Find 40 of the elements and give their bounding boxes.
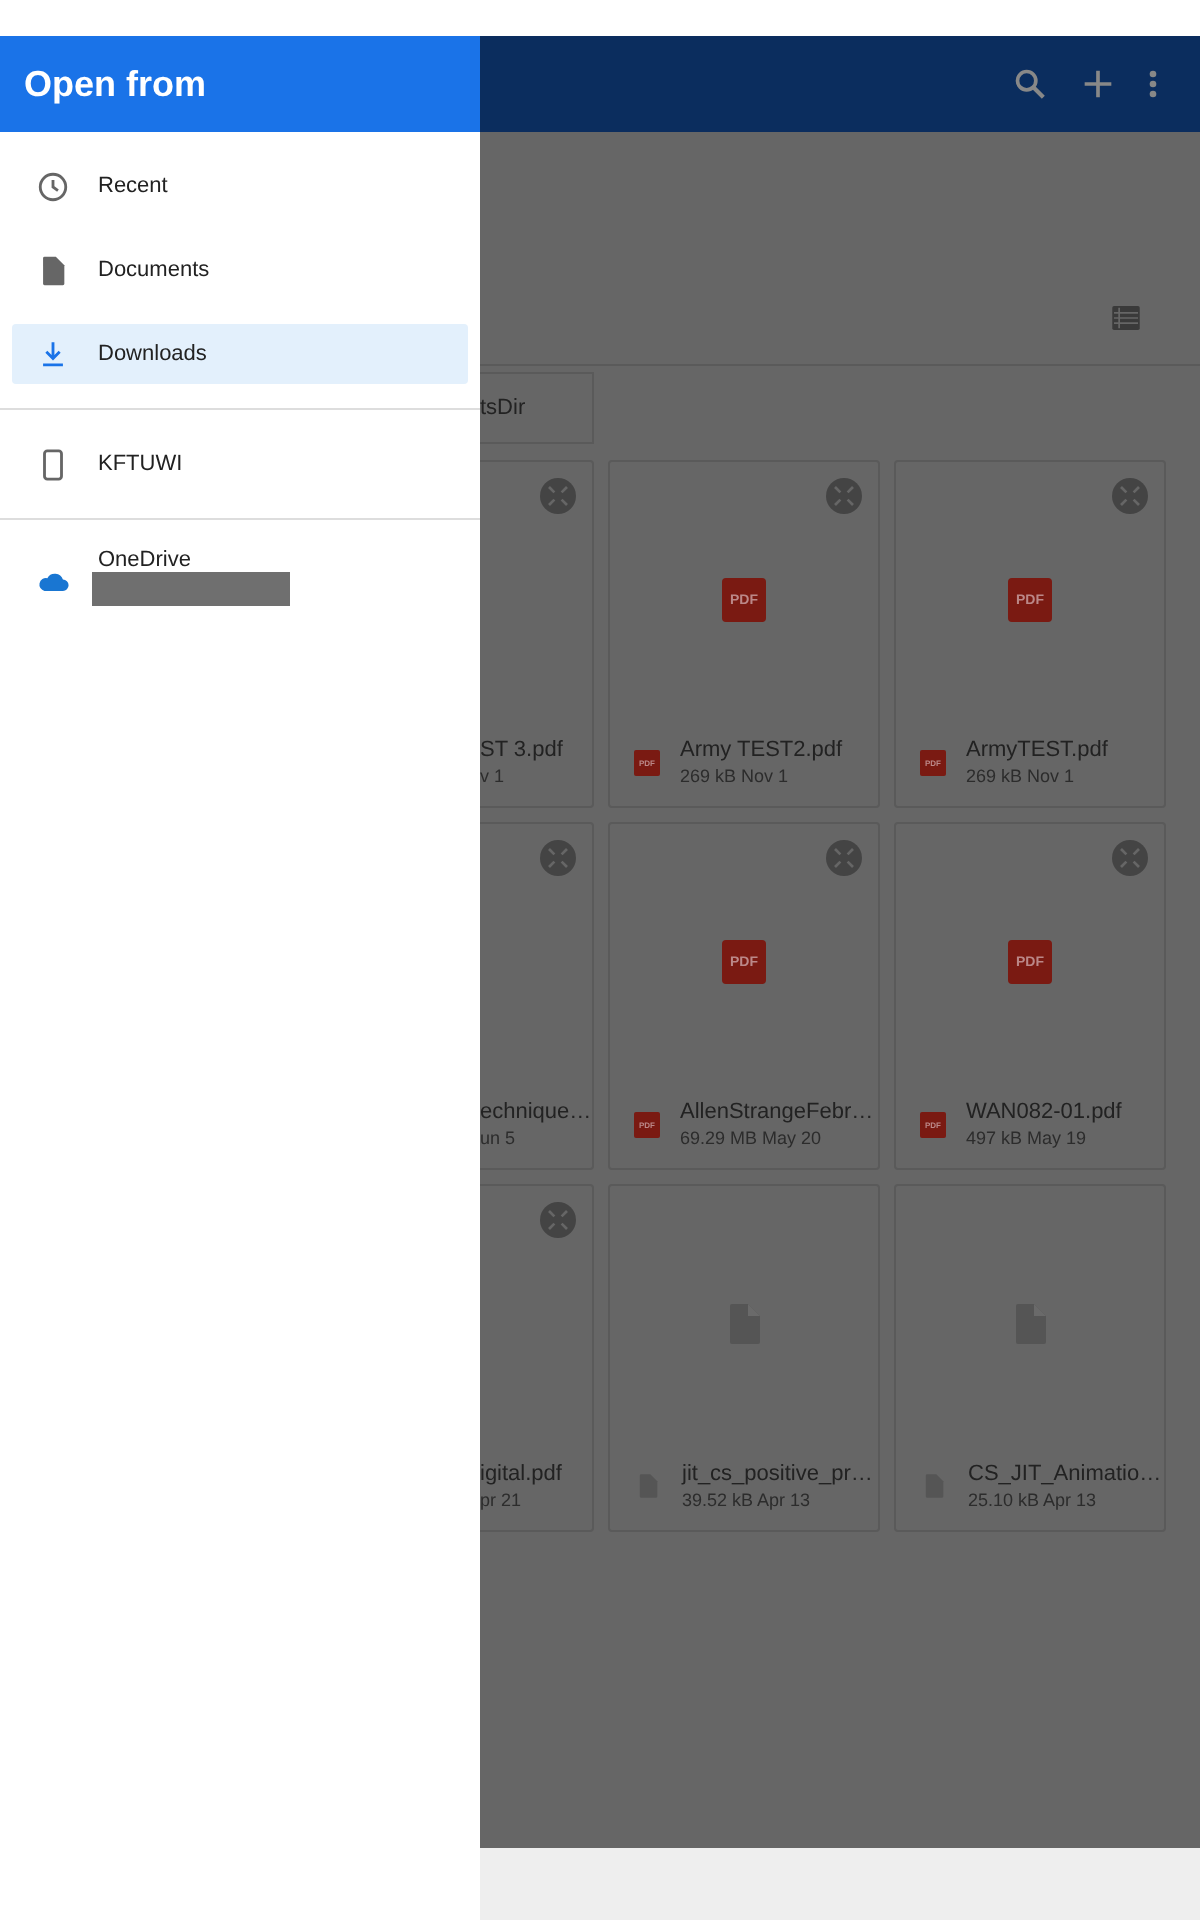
- drawer-item[interactable]: OneDrive: [12, 544, 468, 624]
- drawer-item[interactable]: KFTUWI: [12, 434, 468, 494]
- file-details: 39.52 kB Apr 13: [682, 1490, 813, 1510]
- file-name: AllenStrangeFebr…: [680, 1100, 874, 1124]
- drawer-title: Open from: [24, 63, 207, 105]
- file-details: 269 kB Nov 1: [966, 766, 1077, 786]
- file-details: pr 21: [480, 1490, 524, 1510]
- file-details: 69.29 MB May 20: [680, 1128, 824, 1148]
- drawer-item[interactable]: Recent: [12, 156, 468, 216]
- clock-icon: [36, 169, 70, 203]
- file-details: v 1: [480, 766, 507, 786]
- drawer-item[interactable]: Downloads: [12, 324, 468, 384]
- expand-icon[interactable]: [826, 478, 862, 514]
- file-card[interactable]: ST 3.pdf v 1: [480, 460, 594, 808]
- file-card[interactable]: CS_JIT_Animatio… 25.10 kB Apr 13: [894, 1184, 1166, 1532]
- file-details: un 5: [480, 1128, 518, 1148]
- file-card[interactable]: jit_cs_positive_pr… 39.52 kB Apr 13: [608, 1184, 880, 1532]
- search-icon[interactable]: [1010, 64, 1050, 104]
- file-name: ST 3.pdf: [480, 738, 563, 762]
- list-view-icon[interactable]: [1112, 306, 1140, 330]
- file-card[interactable]: echnique… un 5: [480, 822, 594, 1170]
- file-name: ArmyTEST.pdf: [966, 738, 1108, 762]
- expand-icon[interactable]: [826, 840, 862, 876]
- drawer-item[interactable]: Documents: [12, 240, 468, 300]
- file-name: WAN082-01.pdf: [966, 1100, 1122, 1124]
- expand-icon[interactable]: [1112, 478, 1148, 514]
- file-name: igital.pdf: [480, 1462, 562, 1486]
- file-name: Army TEST2.pdf: [680, 738, 843, 762]
- expand-icon[interactable]: [540, 840, 576, 876]
- file-name: CS_JIT_Animatio…: [968, 1462, 1162, 1486]
- file-details: 269 kB Nov 1: [680, 766, 791, 786]
- folder-chip[interactable]: tsDir: [480, 372, 594, 444]
- expand-icon[interactable]: [1112, 840, 1148, 876]
- file-details: 497 kB May 19: [966, 1128, 1089, 1148]
- file-card[interactable]: igital.pdf pr 21: [480, 1184, 594, 1532]
- file-name: echnique…: [480, 1100, 592, 1124]
- expand-icon[interactable]: [540, 478, 576, 514]
- file-details: 25.10 kB Apr 13: [968, 1490, 1099, 1510]
- file-name: jit_cs_positive_pr…: [682, 1462, 873, 1486]
- expand-icon[interactable]: [540, 1202, 576, 1238]
